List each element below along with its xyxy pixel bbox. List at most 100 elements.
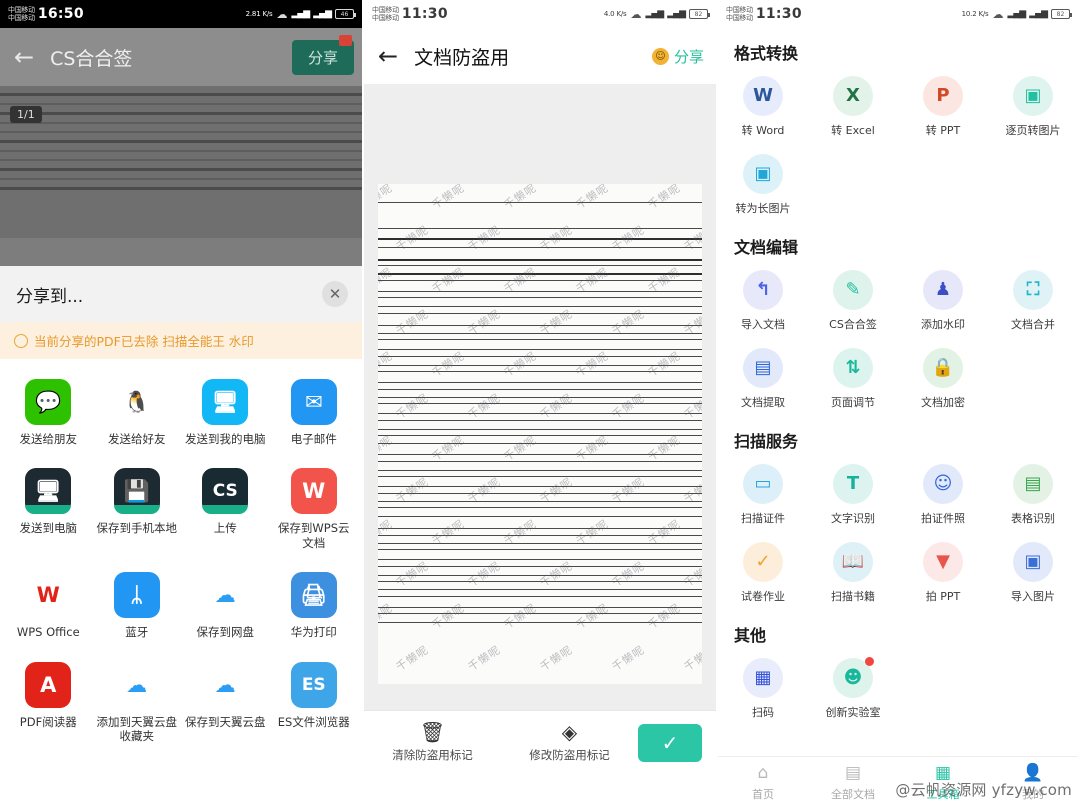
tool-item[interactable]: 📖 扫描书籍: [808, 532, 898, 610]
document-text-line: [378, 397, 702, 398]
share-app-item[interactable]: 🖥 发送到电脑: [4, 458, 93, 562]
tool-item[interactable]: P 转 PPT: [898, 66, 988, 144]
document-watermark: 千懒呢: [645, 433, 683, 464]
share-app-item[interactable]: ☁ 添加到天翼云盘收藏夹: [93, 652, 182, 756]
icon-accent-strip: [113, 505, 160, 515]
status-icons: 4.0 K/s ☁ ▂▄▆ ▂▄▆ 82: [604, 8, 710, 21]
share-app-item[interactable]: 🐧 发送给好友: [93, 369, 182, 458]
clear-mark-button[interactable]: 🗑 清除防盗用标记: [364, 722, 501, 763]
tool-item-label: 拍证件照: [921, 512, 965, 525]
share-button[interactable]: ☺ 分享: [651, 46, 704, 67]
qq-icon: 🐧: [113, 379, 160, 425]
share-app-label: 上传: [213, 521, 237, 536]
icon-glyph: ▭: [754, 473, 772, 494]
tool-item-label: 文档加密: [921, 396, 965, 409]
new-badge-dot: [865, 657, 874, 666]
tool-item[interactable]: ▣ 转为长图片: [718, 144, 808, 222]
document-text-line: [378, 470, 702, 471]
network-speed-label: 10.2 K/s: [961, 9, 989, 18]
section-title: 格式转换: [734, 44, 799, 63]
document-text-line: [378, 333, 702, 334]
tool-item-label: 导入文档: [741, 318, 785, 331]
signal-icon-1: ▂▄▆: [1007, 9, 1026, 19]
app-bar-middle: ← 文档防盗用 ☺ 分享: [364, 28, 716, 84]
share-app-item[interactable]: ᛦ 蓝牙: [93, 562, 182, 651]
share-app-item[interactable]: CS 上传: [181, 458, 270, 562]
tool-item[interactable]: ☻ 创新实验室: [808, 648, 898, 726]
share-app-item[interactable]: A PDF阅读器: [4, 652, 93, 756]
document-text-line: [378, 291, 702, 292]
tianyi-cloud-add-icon: ☁: [113, 661, 160, 708]
tool-item[interactable]: 🔒 文档加密: [898, 338, 988, 416]
tool-item[interactable]: ▤ 表格识别: [988, 454, 1078, 532]
icon-glyph: ♟: [934, 279, 952, 300]
status-icons: 2.81 K/s ☁ ▂▄▆ ▂▄▆ 46: [246, 8, 356, 21]
lab-icon: ☻: [833, 657, 874, 698]
share-app-item[interactable]: 💾 保存到手机本地: [93, 458, 182, 562]
document-text-line: [378, 382, 702, 383]
tool-item[interactable]: ⇅ 页面调节: [808, 338, 898, 416]
document-text-line: [378, 297, 702, 298]
tool-item[interactable]: ▤ 文档提取: [718, 338, 808, 416]
battery-icon: 82: [1051, 9, 1072, 19]
share-app-item[interactable]: 🖨 华为打印: [270, 562, 359, 651]
share-sheet-header: 分享到... ✕: [0, 266, 362, 322]
tool-item[interactable]: ✎ CS合合签: [808, 260, 898, 338]
tool-item[interactable]: W 转 Word: [718, 66, 808, 144]
back-arrow-icon[interactable]: ←: [14, 45, 34, 69]
icon-glyph: ⇅: [845, 357, 861, 378]
document-text-line: [378, 507, 702, 508]
tool-grid: W 转 Word X 转 Excel P 转 PPT ▣ 逐页转图片 ▣ 转为长图片: [718, 66, 1078, 222]
tool-item[interactable]: ▼ 拍 PPT: [898, 532, 988, 610]
tool-item[interactable]: ▣ 导入图片: [988, 532, 1078, 610]
close-icon[interactable]: ✕: [322, 281, 348, 307]
icon-glyph: 💾: [123, 478, 150, 503]
modify-mark-button[interactable]: ◈ 修改防盗用标记: [501, 722, 638, 763]
share-button[interactable]: 分享: [291, 35, 354, 75]
tool-item[interactable]: T 文字识别: [808, 454, 898, 532]
share-sheet: 分享到... ✕ 当前分享的PDF已去除 扫描全能王 水印 💬 发送给朋友 🐧 发送给…: [0, 266, 362, 810]
tool-item[interactable]: ▣ 逐页转图片: [988, 66, 1078, 144]
tool-item[interactable]: ⛶ 文档合并: [988, 260, 1078, 338]
es-explorer-icon: ES: [290, 661, 337, 708]
confirm-button[interactable]: ✓: [638, 723, 702, 762]
share-app-item[interactable]: ES ES文件浏览器: [270, 652, 359, 756]
document-canvas[interactable]: 千懒呢 千懒呢 千懒呢 千懒呢 千懒呢 千懒呢 千懒呢 千懒呢 千懒呢 千懒呢 千懒呢 千懒呢 千懒呢千…: [364, 84, 716, 774]
watermark-removed-tip: 当前分享的PDF已去除 扫描全能王 水印: [0, 322, 362, 359]
document-watermark: 千懒呢: [501, 349, 539, 380]
share-app-item[interactable]: ☁ 保存到网盘: [181, 562, 270, 651]
tab-home[interactable]: ⌂ 首页: [718, 765, 808, 802]
tool-item[interactable]: ☺ 拍证件照: [898, 454, 988, 532]
bluetooth-icon: ᛦ: [113, 572, 160, 619]
share-app-item[interactable]: W WPS Office: [4, 562, 93, 651]
share-app-item[interactable]: 🖥 发送到我的电脑: [181, 369, 270, 458]
icon-glyph: ▣: [1024, 551, 1042, 572]
tool-item[interactable]: ♟ 添加水印: [898, 260, 988, 338]
share-button-label: 分享: [673, 47, 704, 66]
tool-grid: ▦ 扫码 ☻ 创新实验室: [718, 648, 1078, 726]
share-app-label: 添加到天翼云盘收藏夹: [96, 714, 178, 743]
tool-item[interactable]: ▭ 扫描证件: [718, 454, 808, 532]
app-bar-left: ← CS合合签 分享: [0, 28, 362, 86]
document-watermark: 千懒呢: [429, 184, 467, 212]
tool-item-label: 扫描书籍: [831, 590, 875, 603]
tool-item[interactable]: ↰ 导入文档: [718, 260, 808, 338]
document-text-line: [378, 202, 702, 203]
section-title: 扫描服务: [734, 432, 799, 451]
document-text-line: [378, 371, 702, 372]
share-app-item[interactable]: ☁ 保存到天翼云盘: [181, 652, 270, 756]
icon-glyph: ᛦ: [130, 583, 144, 608]
tool-item[interactable]: X 转 Excel: [808, 66, 898, 144]
document-text-line: [378, 575, 702, 576]
tool-item[interactable]: ✓ 试卷作业: [718, 532, 808, 610]
document-watermark: 千懒呢: [573, 349, 611, 380]
tool-item[interactable]: ▦ 扫码: [718, 648, 808, 726]
share-app-item[interactable]: ✉ 电子邮件: [270, 369, 359, 458]
antitheft-toolbar: 🗑 清除防盗用标记 ◈ 修改防盗用标记 ✓: [364, 710, 716, 774]
share-app-item[interactable]: W 保存到WPS云文档: [270, 458, 359, 562]
page-indicator: 1/1: [10, 106, 42, 123]
share-app-item[interactable]: 💬 发送给朋友: [4, 369, 93, 458]
back-arrow-icon[interactable]: ←: [378, 44, 398, 68]
tab-docs[interactable]: ▤ 全部文档: [808, 765, 898, 802]
page-to-image-icon: ▣: [1013, 76, 1053, 116]
